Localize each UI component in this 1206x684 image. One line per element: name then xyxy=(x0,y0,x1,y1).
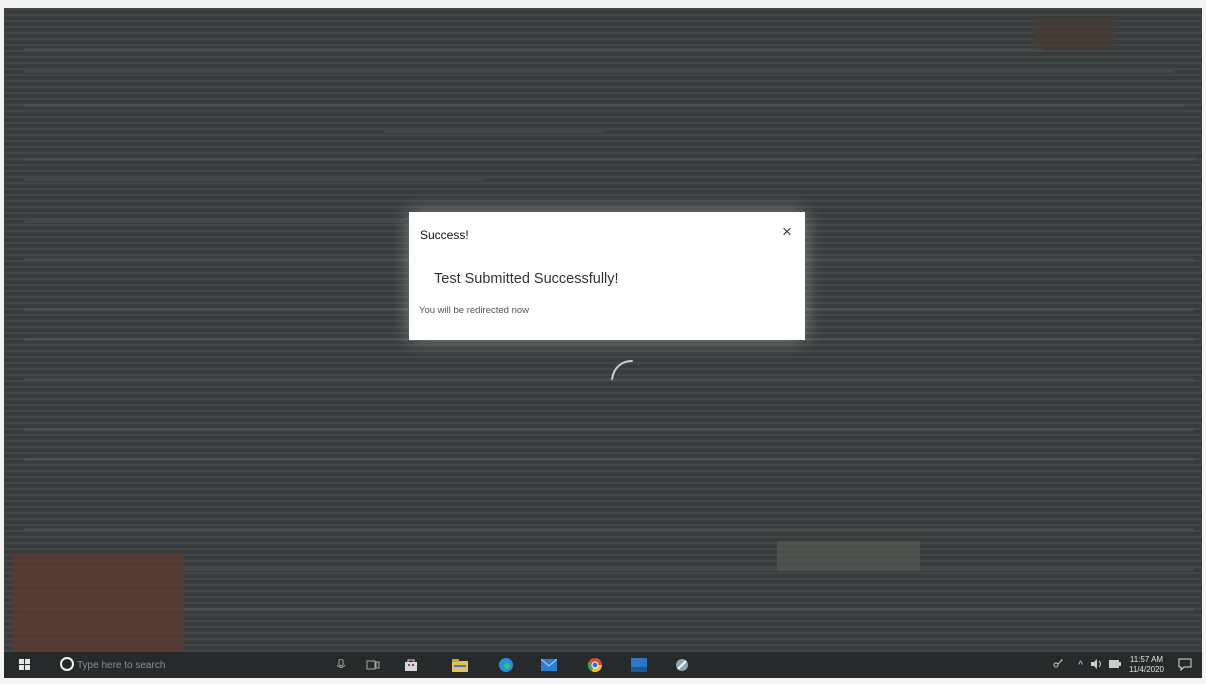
taskbar-clock[interactable]: 11:57 AM 11/4/2020 xyxy=(1129,655,1164,675)
clock-date: 11/4/2020 xyxy=(1129,665,1164,674)
modal-subtext: You will be redirected now xyxy=(419,305,530,316)
people-icon[interactable] xyxy=(1052,658,1064,672)
chrome-icon[interactable] xyxy=(586,656,604,674)
taskbar-search-box[interactable]: Type here to search xyxy=(52,654,322,676)
modal-message: Test Submitted Successfully! xyxy=(434,271,619,287)
chevron-up-icon[interactable]: ^ xyxy=(1078,660,1083,671)
volume-icon[interactable] xyxy=(1091,659,1103,671)
success-modal: Success! × Test Submitted Successfully! … xyxy=(409,212,805,340)
taskbar: Type here to search ^ 11:57 AM 11/4/2020 xyxy=(4,652,1202,678)
background-text-line xyxy=(24,568,1194,571)
background-text-line xyxy=(24,220,404,223)
background-block xyxy=(1034,18,1114,50)
background-text-line xyxy=(24,48,1044,51)
app-icon[interactable] xyxy=(630,656,648,674)
background-text-line xyxy=(24,428,1194,431)
mail-icon[interactable] xyxy=(540,656,558,674)
windows-start-icon[interactable] xyxy=(16,656,34,674)
loading-spinner xyxy=(611,360,633,380)
search-placeholder: Type here to search xyxy=(77,659,166,671)
store-icon[interactable] xyxy=(402,656,420,674)
background-thumbnail xyxy=(12,553,184,651)
background-text-line xyxy=(24,104,1184,107)
background-text-line xyxy=(24,608,1194,611)
cortana-icon xyxy=(58,655,76,673)
background-text-line xyxy=(24,528,1194,531)
system-tray: ^ 11:57 AM 11/4/2020 xyxy=(1052,654,1192,676)
task-view-icon[interactable] xyxy=(364,656,382,674)
microphone-icon[interactable] xyxy=(332,656,350,674)
close-icon[interactable]: × xyxy=(778,223,796,241)
clock-time: 11:57 AM xyxy=(1129,655,1164,664)
background-button xyxy=(777,541,920,571)
snip-icon[interactable] xyxy=(673,656,691,674)
modal-title: Success! xyxy=(420,228,469,242)
background-text-line xyxy=(384,130,604,133)
background-text-line xyxy=(24,178,484,181)
file-explorer-icon[interactable] xyxy=(451,656,469,674)
background-text-line xyxy=(24,158,1194,161)
background-text-line xyxy=(24,70,1174,73)
screen: Type here to search ^ 11:57 AM 11/4/2020 xyxy=(4,8,1202,678)
edge-icon[interactable] xyxy=(497,656,515,674)
background-text-line xyxy=(24,458,1194,461)
battery-icon[interactable] xyxy=(1109,660,1121,670)
notifications-icon[interactable] xyxy=(1178,658,1192,673)
